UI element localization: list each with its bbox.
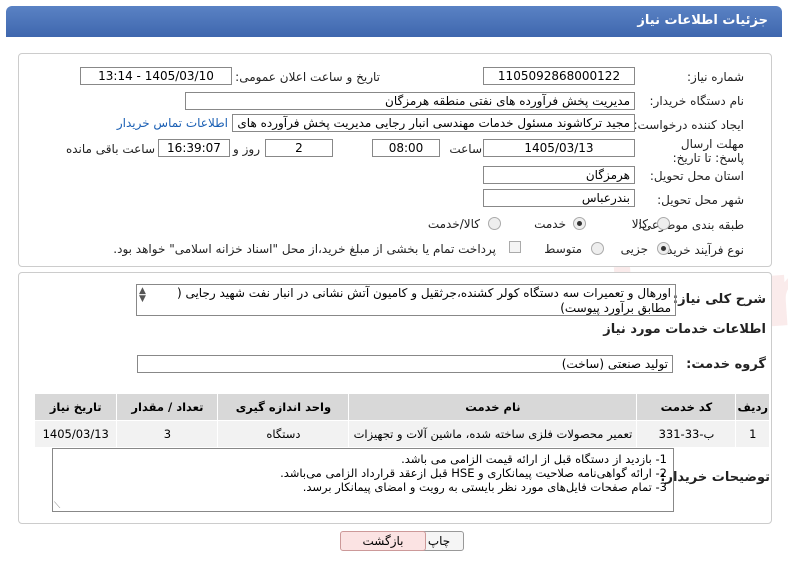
province-label: استان محل تحویل: <box>649 169 744 183</box>
days-field: 2 <box>265 139 333 157</box>
category-radio-service[interactable] <box>573 217 586 230</box>
service-group-field: تولید صنعتی (ساخت) <box>137 355 673 373</box>
cell-name: تعمیر محصولات فلزی ساخته شده، ماشین آلات… <box>348 420 638 448</box>
buyer-org-field: مدیریت پخش فرآورده های نفتی منطقه هرمزگا… <box>185 92 635 110</box>
buyer-notes-text: 1- بازدید از دستگاه قبل از ارائه قیمت ال… <box>280 452 667 494</box>
remaining-label: ساعت باقی مانده <box>65 142 155 156</box>
city-field: بندرعباس <box>483 189 635 207</box>
services-table: ردیف کد خدمت نام خدمت واحد اندازه گیری ت… <box>33 393 770 448</box>
need-number-field: 1105092868000122 <box>483 67 635 85</box>
col-header-code: کد خدمت <box>636 393 737 421</box>
category-label: طبقه بندی موضوعی: <box>637 218 744 232</box>
category-option-goods: کالا <box>631 217 648 231</box>
remaining-time-field: 16:39:07 <box>158 139 230 157</box>
back-button[interactable]: بازگشت <box>340 531 426 551</box>
creator-label: ایجاد کننده درخواست: <box>633 118 744 132</box>
page-header: جزئیات اطلاعات نیاز <box>6 6 782 37</box>
col-header-name: نام خدمت <box>348 393 638 421</box>
process-option-medium: متوسط <box>544 242 582 256</box>
need-number-label: شماره نیاز: <box>687 70 744 84</box>
col-header-qty: تعداد / مقدار <box>116 393 219 421</box>
province-field: هرمزگان <box>483 166 635 184</box>
cell-code: ب-33-331 <box>636 420 737 448</box>
services-section-title: اطلاعات خدمات مورد نیاز <box>603 322 766 337</box>
buyer-notes-textarea[interactable]: 1- بازدید از دستگاه قبل از ارائه قیمت ال… <box>52 448 674 512</box>
days-label: روز و <box>233 142 260 156</box>
cell-unit: دستگاه <box>217 420 350 448</box>
buyer-notes-label: توضیحات خریدار: <box>660 470 770 485</box>
process-radio-minor[interactable] <box>657 242 670 255</box>
category-radio-goods-service[interactable] <box>488 217 501 230</box>
description-textarea[interactable]: اورهال و تعمیرات سه دستگاه کولر کشنده،جر… <box>136 284 676 316</box>
category-option-service: خدمت <box>534 217 566 231</box>
treasury-payment-checkbox[interactable] <box>509 241 521 253</box>
deadline-label: مهلت ارسال پاسخ: تا تاریخ: <box>672 137 744 165</box>
table-row[interactable]: 1 ب-33-331 تعمیر محصولات فلزی ساخته شده،… <box>33 420 770 448</box>
cell-date: 1405/03/13 <box>33 420 118 448</box>
category-radio-goods[interactable] <box>657 217 670 230</box>
col-header-row-no: ردیف <box>735 393 770 421</box>
table-header-row: ردیف کد خدمت نام خدمت واحد اندازه گیری ت… <box>33 393 770 421</box>
time-label: ساعت <box>449 142 482 156</box>
resize-grip-icon[interactable]: ⟋ <box>54 501 60 511</box>
service-group-label: گروه خدمت: <box>686 357 766 372</box>
note-line: 2- ارائه گواهی‌نامه صلاحیت پیمانکاری و H… <box>280 466 667 480</box>
cell-qty: 3 <box>116 420 219 448</box>
announce-field: 1405/03/10 - 13:14 <box>80 67 232 85</box>
cell-row-no: 1 <box>735 420 770 448</box>
col-header-unit: واحد اندازه گیری <box>217 393 350 421</box>
buyer-org-label: نام دستگاه خریدار: <box>649 94 745 108</box>
treasury-payment-note: پرداخت تمام یا بخشی از مبلغ خرید،از محل … <box>113 242 496 256</box>
col-header-date: تاریخ نیاز <box>33 393 118 421</box>
contact-buyer-link[interactable]: اطلاعات تماس خریدار <box>117 116 228 130</box>
note-line: 1- بازدید از دستگاه قبل از ارائه قیمت ال… <box>401 452 667 466</box>
description-label: شرح کلی نیاز: <box>672 292 766 307</box>
page-title: جزئیات اطلاعات نیاز <box>637 13 768 28</box>
note-line: 3- تمام صفحات فایل‌های مورد نظر بایستی ب… <box>302 480 667 494</box>
announce-label: تاریخ و ساعت اعلان عمومی: <box>235 70 380 84</box>
description-text: اورهال و تعمیرات سه دستگاه کولر کشنده،جر… <box>176 286 671 315</box>
city-label: شهر محل تحویل: <box>657 193 744 207</box>
creator-field: مجید ترکاشوند مسئول خدمات مهندسی انبار ر… <box>232 114 635 132</box>
process-radio-medium[interactable] <box>591 242 604 255</box>
category-option-goods-service: کالا/خدمت <box>427 217 480 231</box>
deadline-date-field: 1405/03/13 <box>483 139 635 157</box>
deadline-time-field: 08:00 <box>372 139 440 157</box>
scroll-arrows-icon[interactable]: ▲ ▼ <box>139 287 146 304</box>
process-label: نوع فرآیند خرید : <box>659 243 744 257</box>
process-option-minor: جزیی <box>620 242 648 256</box>
